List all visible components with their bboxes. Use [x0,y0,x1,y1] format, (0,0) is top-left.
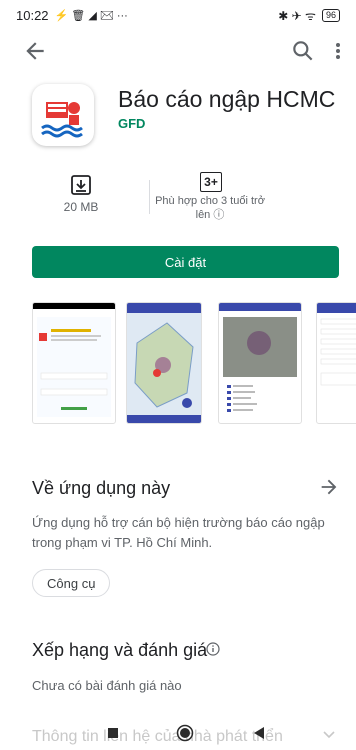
screenshot-thumbnail[interactable] [316,302,356,424]
back-arrow-icon[interactable] [22,38,48,64]
content-rating-badge: 3+ [200,172,222,192]
install-button[interactable]: Cài đặt [32,246,339,278]
top-app-bar [0,34,356,68]
app-title: Báo cáo ngập HCMC [118,86,336,112]
screenshot-thumbnail[interactable] [218,302,302,424]
app-size: 20 MB [63,200,99,214]
app-meta-row: 20 MB 3+ Phù hợp cho 3 tuổi trở lên ⓘ [0,168,356,224]
notification-icons: ⚡ 🗑 ◢ ✉ ··· [54,9,128,22]
system-nav-bar [0,712,356,750]
arrow-right-icon[interactable] [318,476,340,498]
ratings-section-title: Xếp hạng và đánh giá [32,640,208,660]
connectivity-icons: ✱ ✈ ᯤ [278,8,316,23]
recent-apps-icon[interactable] [108,728,118,738]
screenshot-carousel[interactable] [0,302,356,424]
developer-link[interactable]: GFD [118,116,145,131]
search-icon[interactable] [290,38,316,64]
flood-report-logo-icon [41,102,83,138]
content-rating-text[interactable]: Phù hợp cho 3 tuổi trở lên ⓘ [150,194,270,222]
app-icon [32,84,94,146]
category-chip[interactable]: Công cụ [32,569,111,597]
home-icon[interactable] [176,724,194,742]
status-bar: 10:22 ⚡ 🗑 ◢ ✉ ··· ✱ ✈ ᯤ 96 [0,0,356,30]
no-reviews-text: Chưa có bài đánh giá nào [32,678,182,693]
screenshot-thumbnail[interactable] [126,302,202,424]
nav-back-icon[interactable] [252,726,266,740]
info-icon[interactable] [206,642,220,656]
download-icon [71,175,91,195]
status-time: 10:22 [16,7,49,23]
more-vert-icon[interactable] [328,38,348,64]
about-section-title[interactable]: Về ứng dụng này [32,478,170,499]
screenshot-thumbnail[interactable] [32,302,116,424]
app-description: Ứng dụng hỗ trợ cán bộ hiện trường báo c… [32,515,325,550]
battery-icon: 96 [321,8,340,22]
